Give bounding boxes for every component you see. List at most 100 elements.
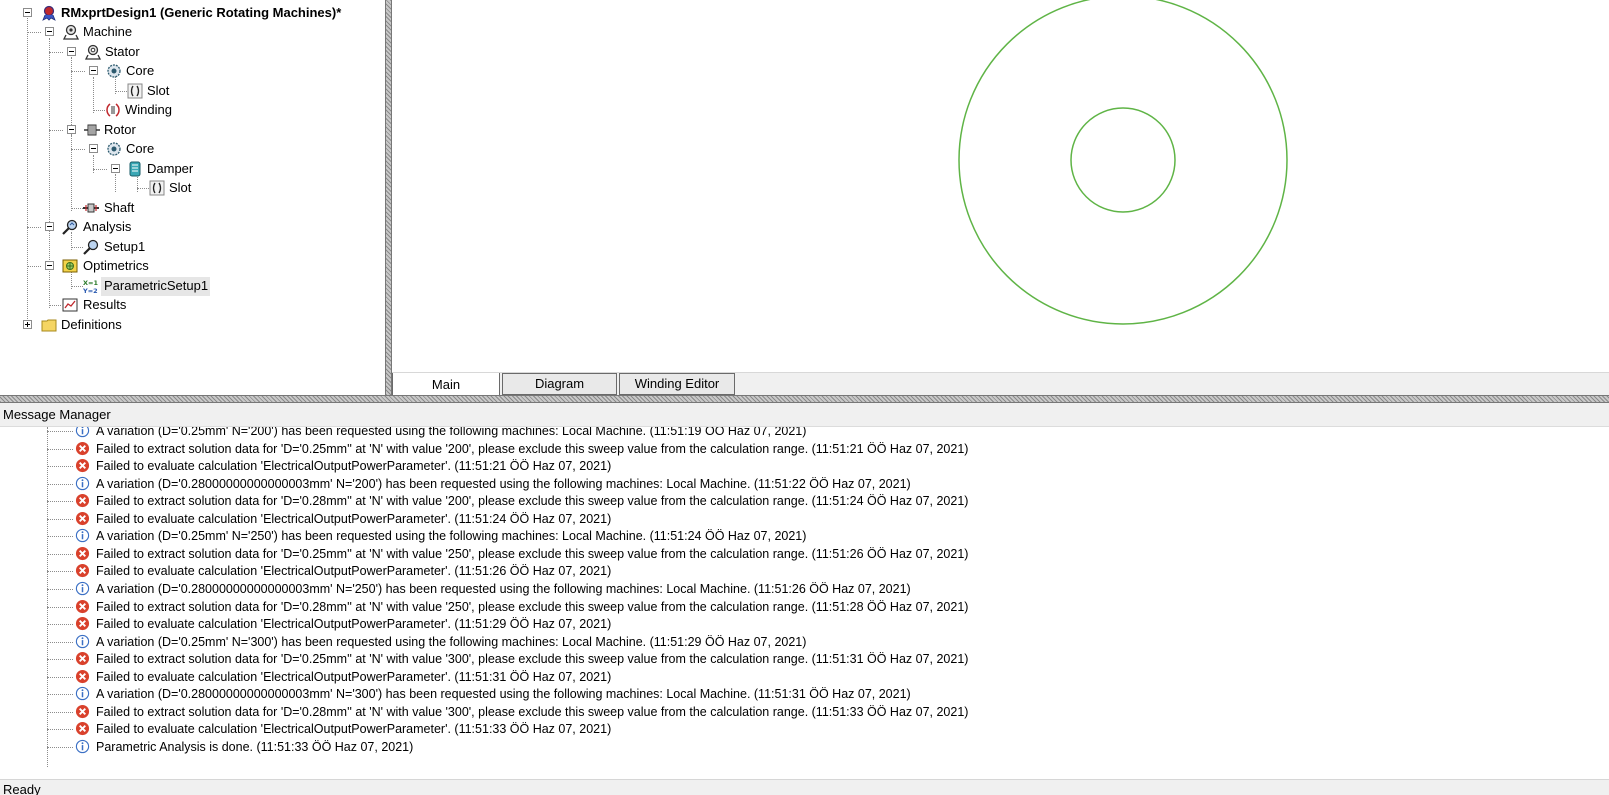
collapse-toggle[interactable] bbox=[89, 66, 98, 75]
collapse-toggle[interactable] bbox=[89, 144, 98, 153]
svg-text:Y=2: Y=2 bbox=[83, 287, 98, 294]
tree-item-parametric-setup[interactable]: X=1 Y=2 ParametricSetup1 bbox=[0, 277, 385, 295]
info-icon bbox=[75, 687, 90, 701]
collapse-toggle[interactable] bbox=[67, 47, 76, 56]
error-icon bbox=[75, 616, 90, 631]
info-message-row[interactable]: A variation (D='0.25mm' N='300') has bee… bbox=[0, 633, 1609, 651]
message-tree-connector bbox=[47, 536, 73, 538]
tree-connector bbox=[27, 266, 41, 267]
tree-item-label: ParametricSetup1 bbox=[104, 278, 209, 293]
vertical-splitter[interactable] bbox=[385, 0, 392, 395]
collapse-toggle[interactable] bbox=[45, 27, 54, 36]
horizontal-splitter[interactable] bbox=[0, 395, 1609, 403]
info-message-row[interactable]: A variation (D='0.28000000000000003mm' N… bbox=[0, 580, 1609, 598]
tree-item-damper[interactable]: Damper bbox=[0, 160, 385, 178]
tree-item-setup1[interactable]: Setup1 bbox=[0, 238, 385, 256]
collapse-toggle[interactable] bbox=[67, 125, 76, 134]
tree-connector bbox=[27, 32, 41, 33]
message-tree-connector bbox=[47, 694, 73, 696]
tree-item-analysis[interactable]: Analysis bbox=[0, 218, 385, 236]
tree-item-rotor-slot[interactable]: Slot bbox=[0, 179, 385, 197]
expand-toggle[interactable] bbox=[23, 320, 32, 329]
tab-diagram[interactable]: Diagram bbox=[502, 373, 617, 395]
message-text: Failed to evaluate calculation 'Electric… bbox=[96, 564, 612, 579]
info-icon bbox=[75, 427, 90, 438]
tree-item-design[interactable]: RMxprtDesign1 (Generic Rotating Machines… bbox=[0, 4, 385, 22]
tree-connector bbox=[71, 149, 85, 150]
info-message-row[interactable]: A variation (D='0.25mm' N='250') has bee… bbox=[0, 527, 1609, 545]
info-message-row[interactable]: Parametric Analysis is done. (11:51:33 Ö… bbox=[0, 738, 1609, 756]
damper-icon bbox=[129, 161, 141, 177]
message-text: Failed to extract solution data for 'D='… bbox=[96, 546, 969, 561]
error-message-row[interactable]: Failed to evaluate calculation 'Electric… bbox=[0, 615, 1609, 633]
tree-item-optimetrics[interactable]: Optimetrics bbox=[0, 257, 385, 275]
error-message-row[interactable]: Failed to extract solution data for 'D='… bbox=[0, 440, 1609, 458]
info-message-row[interactable]: A variation (D='0.25mm' N='200') has bee… bbox=[0, 427, 1609, 440]
message-tree-connector bbox=[47, 588, 73, 590]
error-message-row[interactable]: Failed to extract solution data for 'D='… bbox=[0, 703, 1609, 721]
tree-item-stator-core[interactable]: Core bbox=[0, 62, 385, 80]
message-text: Failed to evaluate calculation 'Electric… bbox=[96, 669, 612, 684]
tree-item-label: Analysis bbox=[83, 219, 132, 234]
folder-icon bbox=[41, 319, 57, 332]
tab-winding-editor[interactable]: Winding Editor bbox=[619, 373, 735, 395]
message-tree-connector bbox=[47, 553, 73, 555]
info-icon bbox=[75, 634, 90, 648]
winding-icon bbox=[106, 103, 120, 117]
message-tree-connector bbox=[47, 518, 73, 520]
message-tree-connector bbox=[47, 427, 48, 767]
message-tree-connector bbox=[47, 483, 73, 485]
results-icon bbox=[62, 298, 78, 312]
message-text: A variation (D='0.25mm' N='250') has bee… bbox=[96, 529, 807, 544]
collapse-toggle[interactable] bbox=[45, 222, 54, 231]
tree-item-shaft[interactable]: Shaft bbox=[0, 199, 385, 217]
collapse-toggle[interactable] bbox=[111, 164, 120, 173]
error-message-row[interactable]: Failed to evaluate calculation 'Electric… bbox=[0, 668, 1609, 686]
message-text: A variation (D='0.28000000000000003mm' N… bbox=[96, 581, 911, 596]
tree-item-label: Slot bbox=[169, 180, 192, 195]
tree-connector bbox=[71, 71, 85, 72]
message-text: Failed to extract solution data for 'D='… bbox=[96, 494, 969, 509]
tree-item-winding[interactable]: Winding bbox=[0, 101, 385, 119]
tree-item-label: Stator bbox=[105, 44, 140, 59]
design-icon bbox=[42, 5, 56, 21]
tree-item-machine[interactable]: Machine bbox=[0, 23, 385, 41]
message-list[interactable]: A variation (D='0.25mm' N='200') has bee… bbox=[0, 427, 1609, 779]
message-text: A variation (D='0.25mm' N='200') has bee… bbox=[96, 427, 807, 438]
message-text: Failed to evaluate calculation 'Electric… bbox=[96, 511, 612, 526]
collapse-toggle[interactable] bbox=[45, 261, 54, 270]
tree-item-rotor-core[interactable]: Core bbox=[0, 140, 385, 158]
message-text: Failed to extract solution data for 'D='… bbox=[96, 441, 969, 456]
tree-item-stator[interactable]: Stator bbox=[0, 43, 385, 61]
modeler-view[interactable] bbox=[392, 0, 1609, 395]
tree-item-label: RMxprtDesign1 (Generic Rotating Machines… bbox=[61, 5, 342, 20]
info-message-row[interactable]: A variation (D='0.28000000000000003mm' N… bbox=[0, 685, 1609, 703]
info-message-row[interactable]: A variation (D='0.28000000000000003mm' N… bbox=[0, 475, 1609, 493]
error-message-row[interactable]: Failed to extract solution data for 'D='… bbox=[0, 650, 1609, 668]
error-message-row[interactable]: Failed to evaluate calculation 'Electric… bbox=[0, 720, 1609, 738]
message-tree-connector bbox=[47, 606, 73, 608]
tree-item-label: Core bbox=[126, 63, 155, 78]
tree-item-definitions[interactable]: Definitions bbox=[0, 316, 385, 334]
error-icon bbox=[75, 459, 90, 473]
message-text: Failed to extract solution data for 'D='… bbox=[96, 704, 969, 719]
message-tree-connector bbox=[47, 659, 73, 661]
error-message-row[interactable]: Failed to extract solution data for 'D='… bbox=[0, 492, 1609, 510]
message-tree-connector bbox=[47, 501, 73, 503]
error-message-row[interactable]: Failed to extract solution data for 'D='… bbox=[0, 598, 1609, 616]
error-message-row[interactable]: Failed to evaluate calculation 'Electric… bbox=[0, 510, 1609, 528]
message-manager-title: Message Manager bbox=[0, 403, 1609, 427]
error-message-row[interactable]: Failed to evaluate calculation 'Electric… bbox=[0, 562, 1609, 580]
collapse-toggle[interactable] bbox=[23, 8, 32, 17]
tree-connector bbox=[93, 110, 105, 111]
core-icon bbox=[107, 64, 121, 78]
status-text: Ready bbox=[3, 782, 41, 795]
error-message-row[interactable]: Failed to extract solution data for 'D='… bbox=[0, 545, 1609, 563]
tab-main[interactable]: Main bbox=[392, 373, 500, 396]
info-icon bbox=[75, 739, 90, 754]
tree-item-stator-slot[interactable]: Slot bbox=[0, 82, 385, 100]
tree-item-label: Machine bbox=[83, 24, 133, 39]
error-message-row[interactable]: Failed to evaluate calculation 'Electric… bbox=[0, 457, 1609, 475]
tree-item-results[interactable]: Results bbox=[0, 296, 385, 314]
tree-item-rotor[interactable]: Rotor bbox=[0, 121, 385, 139]
